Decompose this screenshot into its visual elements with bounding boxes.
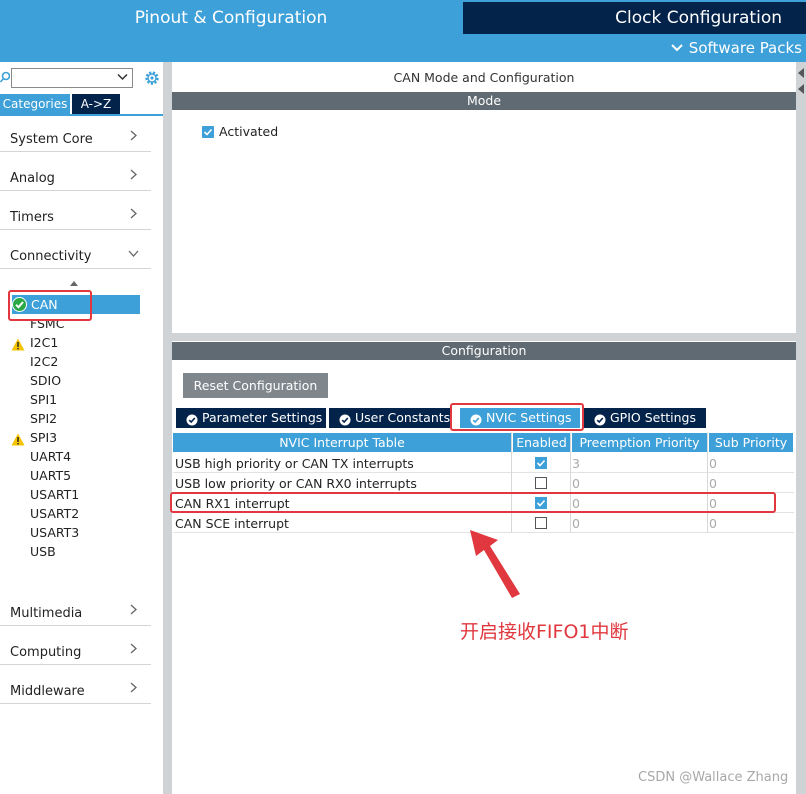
sidebar-item-spi1[interactable]: SPI1 — [30, 390, 57, 409]
sidebar-section-system-core[interactable]: System Core — [0, 126, 151, 152]
panel-splitter[interactable] — [172, 333, 796, 341]
section-label: Computing — [10, 645, 82, 660]
sidebar-section-multimedia[interactable]: Multimedia — [0, 600, 151, 626]
reset-configuration-button[interactable]: Reset Configuration — [183, 373, 328, 398]
section-label: Multimedia — [10, 606, 83, 621]
sub-priority[interactable]: 0 — [709, 476, 717, 491]
sidebar-item-sdio[interactable]: SDIO — [30, 371, 61, 390]
tab-pinout-configuration[interactable]: Pinout & Configuration — [0, 0, 462, 34]
configuration-header: Configuration — [172, 342, 796, 360]
section-label: Timers — [10, 210, 54, 225]
table-row[interactable]: USB high priority or CAN TX interrupts 3… — [173, 453, 794, 473]
chevron-down-icon — [671, 38, 683, 58]
mode-header: Mode — [172, 92, 796, 110]
tab-label: User Constants — [355, 410, 451, 425]
sidebar-item-spi3[interactable]: SPI3 — [30, 428, 57, 447]
rx1-row-highlight-box — [170, 492, 776, 513]
sidebar-item-spi2[interactable]: SPI2 — [30, 409, 57, 428]
chevron-right-icon — [130, 682, 137, 697]
page-title: CAN Mode and Configuration — [393, 70, 575, 85]
column-header-interrupt[interactable]: NVIC Interrupt Table — [173, 433, 511, 452]
tab-label: Parameter Settings — [202, 410, 323, 425]
interrupt-name: CAN SCE interrupt — [175, 516, 289, 531]
activated-label: Activated — [219, 124, 279, 139]
column-header-sub-priority[interactable]: Sub Priority — [709, 433, 793, 452]
preemption-priority[interactable]: 3 — [572, 456, 580, 471]
sidebar-section-analog[interactable]: Analog — [0, 165, 151, 191]
enabled-checkbox[interactable] — [535, 477, 547, 489]
tab-categories[interactable]: Categories — [0, 94, 70, 114]
preemption-priority[interactable]: 0 — [572, 516, 580, 531]
sidebar-item-usb[interactable]: USB — [30, 542, 56, 561]
sidebar-section-computing[interactable]: Computing — [0, 639, 151, 665]
column-divider — [570, 433, 571, 533]
table-row[interactable]: USB low priority or CAN RX0 interrupts 0… — [173, 473, 794, 493]
column-header-enabled[interactable]: Enabled — [513, 433, 570, 452]
sidebar: Categories A->Z System Core Analog Timer… — [0, 62, 163, 794]
annotation-arrow-icon — [468, 528, 528, 600]
section-label: Analog — [10, 171, 55, 186]
tab-user-constants[interactable]: User Constants — [329, 408, 451, 428]
section-label: Middleware — [10, 684, 85, 699]
chevron-right-icon — [130, 130, 137, 145]
software-packs-menu[interactable]: Software Packs — [671, 38, 802, 58]
sidebar-item-usart1[interactable]: USART1 — [30, 485, 79, 504]
annotation-text: 开启接收FIFO1中断 — [460, 621, 629, 643]
interrupt-name: USB low priority or CAN RX0 interrupts — [175, 476, 417, 491]
tab-a-to-z[interactable]: A->Z — [72, 94, 120, 114]
interrupt-name: USB high priority or CAN TX interrupts — [175, 456, 414, 471]
checkbox-checked-icon[interactable] — [202, 126, 214, 138]
category-tabs: Categories A->Z — [0, 94, 163, 116]
chevron-right-icon — [130, 208, 137, 223]
scroll-up-icon[interactable] — [70, 281, 78, 286]
sidebar-item-i2c2[interactable]: I2C2 — [30, 352, 58, 371]
watermark: CSDN @Wallace Zhang — [638, 770, 789, 785]
check-circle-icon — [594, 412, 606, 426]
sidebar-section-timers[interactable]: Timers — [0, 204, 151, 230]
tab-label: GPIO Settings — [610, 410, 696, 425]
sub-priority[interactable]: 0 — [709, 456, 717, 471]
tab-clock-configuration[interactable]: Clock Configuration — [463, 2, 806, 34]
gear-icon[interactable] — [143, 69, 161, 87]
nvic-table: NVIC Interrupt Table Enabled Preemption … — [173, 433, 794, 533]
check-circle-icon — [339, 412, 351, 426]
software-packs-label: Software Packs — [688, 39, 802, 57]
sidebar-item-usart3[interactable]: USART3 — [30, 523, 79, 542]
check-circle-icon — [186, 412, 198, 426]
enabled-checkbox[interactable] — [535, 457, 547, 469]
chevron-right-icon — [130, 169, 137, 184]
sidebar-item-usart2[interactable]: USART2 — [30, 504, 79, 523]
sidebar-section-connectivity[interactable]: Connectivity — [0, 243, 151, 269]
column-divider — [707, 433, 708, 533]
search-row — [0, 66, 163, 90]
sidebar-item-i2c1[interactable]: I2C1 — [30, 333, 58, 352]
can-highlight-box — [8, 290, 92, 321]
section-label: System Core — [10, 132, 93, 147]
collapse-left-icon[interactable] — [798, 68, 804, 78]
section-label: Connectivity — [10, 249, 92, 264]
preemption-priority[interactable]: 0 — [572, 476, 580, 491]
right-collapse-bar[interactable] — [796, 62, 806, 794]
column-header-preemption[interactable]: Preemption Priority — [572, 433, 707, 452]
chevron-right-icon — [130, 643, 137, 658]
chevron-down-icon[interactable] — [117, 71, 128, 84]
sidebar-item-uart5[interactable]: UART5 — [30, 466, 71, 485]
tab-parameter-settings[interactable]: Parameter Settings — [176, 408, 326, 428]
chevron-right-icon — [130, 604, 137, 619]
nvic-tab-highlight-box — [450, 403, 584, 431]
column-divider — [511, 433, 512, 533]
tab-gpio-settings[interactable]: GPIO Settings — [584, 408, 706, 428]
search-icon — [0, 71, 11, 83]
enabled-checkbox[interactable] — [535, 517, 547, 529]
warning-icon — [11, 338, 25, 351]
sidebar-splitter[interactable] — [163, 62, 172, 794]
search-input[interactable] — [11, 68, 133, 88]
warning-icon — [11, 433, 25, 446]
sidebar-section-middleware[interactable]: Middleware — [0, 678, 151, 704]
collapse-left-icon[interactable] — [798, 84, 804, 94]
sub-priority[interactable]: 0 — [709, 516, 717, 531]
chevron-down-icon — [128, 245, 139, 261]
sidebar-item-uart4[interactable]: UART4 — [30, 447, 71, 466]
